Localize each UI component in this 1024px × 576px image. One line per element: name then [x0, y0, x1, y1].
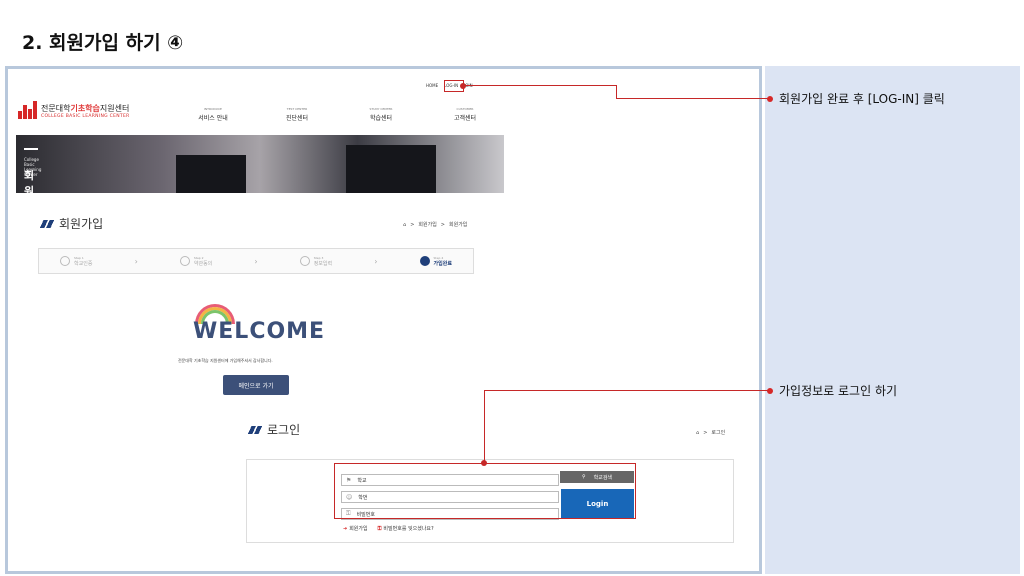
annotation-dot [460, 83, 466, 89]
nav-item-study[interactable]: STUDY CENTER 학습센터 [361, 107, 401, 122]
step-2: Step 2 약관동의 [179, 256, 212, 267]
callout-panel [765, 66, 1020, 574]
home-icon[interactable]: ⌂ [696, 430, 699, 436]
breadcrumb: ⌂ > 회원가입 > 회원가입 [403, 221, 468, 229]
home-icon[interactable]: ⌂ [403, 222, 406, 228]
nav-item-service[interactable]: INTRODUCE 서비스 안내 [193, 107, 233, 122]
login-links: ➜ 회원가입 ⚿ 비밀번호를 잊으셨나요? [343, 525, 434, 532]
bullet-icon [767, 387, 773, 394]
chevron-right-icon: > [410, 221, 415, 228]
chevron-right-icon: › [134, 256, 138, 266]
welcome-message: 전문대학 기초학습 지원센터에 가입해주셔서 감사합니다. [178, 358, 273, 363]
go-main-button[interactable]: 메인으로 가기 [223, 375, 289, 395]
login-section-title: 로그인 [248, 421, 300, 438]
chevron-right-icon: > [703, 429, 708, 436]
hero-monitor [176, 155, 246, 193]
chevron-right-icon: › [374, 256, 378, 266]
site-logo[interactable]: 전문대학기초학습지원센터 COLLEGE BASIC LEARNING CENT… [18, 101, 130, 119]
signup-link[interactable]: ➜ 회원가입 [343, 525, 368, 532]
signup-icon: ➜ [343, 526, 348, 532]
lock-icon: ⚿ [377, 526, 382, 532]
join-section-title: 회원가입 [40, 215, 103, 232]
hero-monitor [346, 145, 436, 193]
login-form-highlight [334, 463, 636, 519]
nav-item-test[interactable]: TEST CENTER 진단센터 [277, 107, 317, 122]
step-icon [60, 256, 71, 266]
logo-subtitle: COLLEGE BASIC LEARNING CENTER [41, 114, 130, 119]
callout-login-click: 회원가입 완료 후 [LOG-IN] 클릭 [767, 90, 945, 107]
step-icon [179, 256, 190, 266]
step-1: Step 1 학교인증 [60, 256, 92, 267]
logo-name: 전문대학기초학습지원센터 [41, 104, 130, 113]
step-icon [299, 256, 310, 266]
main-nav: INTRODUCE 서비스 안내 TEST CENTER 진단센터 STUDY … [193, 107, 485, 122]
signup-steps: Step 1 학교인증 › Step 2 약관동의 › Step 3 정보입력 › S… [38, 248, 474, 274]
step-icon [419, 256, 430, 266]
find-password-link[interactable]: ⚿ 비밀번호를 잊으셨나요? [378, 525, 434, 532]
welcome-heading: WELCOME [193, 319, 326, 344]
annotation-line [616, 85, 617, 98]
step-3: Step 3 정보입력 [299, 256, 332, 267]
login-breadcrumb: ⌂ > 로그인 [696, 429, 726, 437]
annotation-line [463, 85, 616, 86]
chevron-right-icon: › [254, 256, 258, 266]
nav-item-customer[interactable]: CUSTOMER 고객센터 [445, 107, 485, 122]
bullet-icon [767, 95, 773, 102]
hero-banner: College Basic Learning Center 회원가입 [16, 135, 504, 193]
chevron-right-icon: > [440, 221, 445, 228]
home-link[interactable]: HOME [426, 83, 438, 88]
hero-title: 회원가입 [24, 169, 35, 193]
logo-mark-icon [18, 101, 37, 119]
annotation-line [484, 390, 485, 462]
annotation-line [484, 390, 768, 391]
hero-accent-bar [24, 148, 38, 150]
slash-icon [40, 219, 54, 228]
slide-title: 2. 회원가입 하기 ④ [22, 32, 184, 54]
slash-icon [248, 425, 262, 434]
step-4: Step 4 가입완료 [419, 256, 452, 267]
annotation-line [616, 98, 768, 99]
callout-login-with-info: 가입정보로 로그인 하기 [767, 382, 897, 399]
slide: 2. 회원가입 하기 ④ HOME LOG-IN JOIN 전문대학기초학습지원… [0, 0, 1024, 576]
